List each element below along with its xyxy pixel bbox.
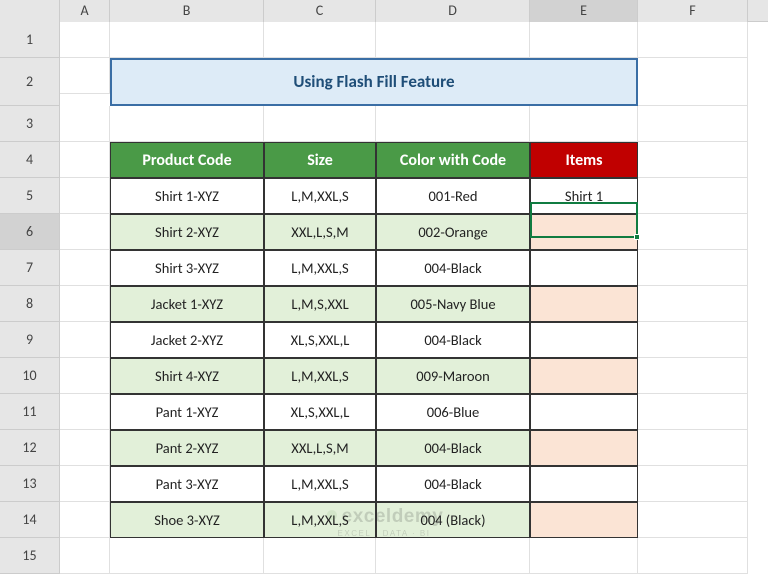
row-header-14[interactable]: 14 (0, 502, 60, 538)
cell-e-9[interactable] (530, 322, 638, 358)
row-header-8[interactable]: 8 (0, 286, 60, 322)
grid-area[interactable]: Using Flash Fill Feature Product CodeSize… (60, 22, 748, 574)
spreadsheet: ABCDEF 123456789101112131415 Using Flash… (0, 0, 768, 564)
cell-c-8[interactable]: L,M,S,XXL (264, 286, 376, 322)
cell-c-9[interactable]: XL,S,XXL,L (264, 322, 376, 358)
cell-e-13[interactable] (530, 466, 638, 502)
cell-d-11[interactable]: 006-Blue (376, 394, 530, 430)
cell-e-6[interactable] (530, 214, 638, 250)
col-header-e[interactable]: E (530, 0, 638, 22)
row-header-6[interactable]: 6 (0, 214, 60, 250)
cell-d-8[interactable]: 005-Navy Blue (376, 286, 530, 322)
cell-b-11[interactable]: Pant 1-XYZ (110, 394, 264, 430)
cell-e-7[interactable] (530, 250, 638, 286)
col-header-c[interactable]: C (264, 0, 376, 22)
cell-d-10[interactable]: 009-Maroon (376, 358, 530, 394)
cell-e-5[interactable]: Shirt 1 (530, 178, 638, 214)
cell-b-13[interactable]: Pant 3-XYZ (110, 466, 264, 502)
row-header-1[interactable]: 1 (0, 22, 60, 58)
row-header-12[interactable]: 12 (0, 430, 60, 466)
cell-b-7[interactable]: Shirt 3-XYZ (110, 250, 264, 286)
row-header-3[interactable]: 3 (0, 106, 60, 142)
cell-e-11[interactable] (530, 394, 638, 430)
row-header-9[interactable]: 9 (0, 322, 60, 358)
cell-c-11[interactable]: XL,S,XXL,L (264, 394, 376, 430)
col-header-a[interactable]: A (60, 0, 110, 22)
cell-d-7[interactable]: 004-Black (376, 250, 530, 286)
watermark: ●exceldemy EXCEL · DATA · BI (325, 501, 444, 538)
cell-e-8[interactable] (530, 286, 638, 322)
cell-c-10[interactable]: L,M,XXL,S (264, 358, 376, 394)
cell-e-14[interactable] (530, 502, 638, 538)
header-d[interactable]: Color with Code (376, 142, 530, 178)
header-e[interactable]: Items (530, 142, 638, 178)
cell-c-12[interactable]: XXL,L,S,M (264, 430, 376, 466)
row-header-11[interactable]: 11 (0, 394, 60, 430)
row-header-5[interactable]: 5 (0, 178, 60, 214)
select-all-corner[interactable] (0, 0, 60, 22)
row-header-15[interactable]: 15 (0, 538, 60, 574)
cell-b-10[interactable]: Shirt 4-XYZ (110, 358, 264, 394)
row-header-2[interactable]: 2 (0, 58, 60, 106)
cell-c-5[interactable]: L,M,XXL,S (264, 178, 376, 214)
cell-b-8[interactable]: Jacket 1-XYZ (110, 286, 264, 322)
cell-c-7[interactable]: L,M,XXL,S (264, 250, 376, 286)
column-headers: ABCDEF (0, 0, 768, 22)
cell-d-13[interactable]: 004-Black (376, 466, 530, 502)
cell-b-6[interactable]: Shirt 2-XYZ (110, 214, 264, 250)
cell-d-6[interactable]: 002-Orange (376, 214, 530, 250)
row-headers: 123456789101112131415 (0, 22, 60, 574)
header-c[interactable]: Size (264, 142, 376, 178)
col-header-b[interactable]: B (110, 0, 264, 22)
cell-d-12[interactable]: 004-Black (376, 430, 530, 466)
cell-d-5[interactable]: 001-Red (376, 178, 530, 214)
watermark-text: exceldemy (342, 506, 444, 527)
col-header-f[interactable]: F (638, 0, 748, 22)
cell-e-10[interactable] (530, 358, 638, 394)
row-header-4[interactable]: 4 (0, 142, 60, 178)
cell-b-12[interactable]: Pant 2-XYZ (110, 430, 264, 466)
cell-b-14[interactable]: Shoe 3-XYZ (110, 502, 264, 538)
header-b[interactable]: Product Code (110, 142, 264, 178)
page-title: Using Flash Fill Feature (110, 58, 638, 106)
cell-d-9[interactable]: 004-Black (376, 322, 530, 358)
row-header-13[interactable]: 13 (0, 466, 60, 502)
cell-b-5[interactable]: Shirt 1-XYZ (110, 178, 264, 214)
row-header-10[interactable]: 10 (0, 358, 60, 394)
cell-c-13[interactable]: L,M,XXL,S (264, 466, 376, 502)
col-header-d[interactable]: D (376, 0, 530, 22)
watermark-sub: EXCEL · DATA · BI (325, 529, 444, 538)
cell-e-12[interactable] (530, 430, 638, 466)
row-header-7[interactable]: 7 (0, 250, 60, 286)
cell-c-6[interactable]: XXL,L,S,M (264, 214, 376, 250)
cell-b-9[interactable]: Jacket 2-XYZ (110, 322, 264, 358)
fill-handle[interactable] (634, 234, 640, 240)
